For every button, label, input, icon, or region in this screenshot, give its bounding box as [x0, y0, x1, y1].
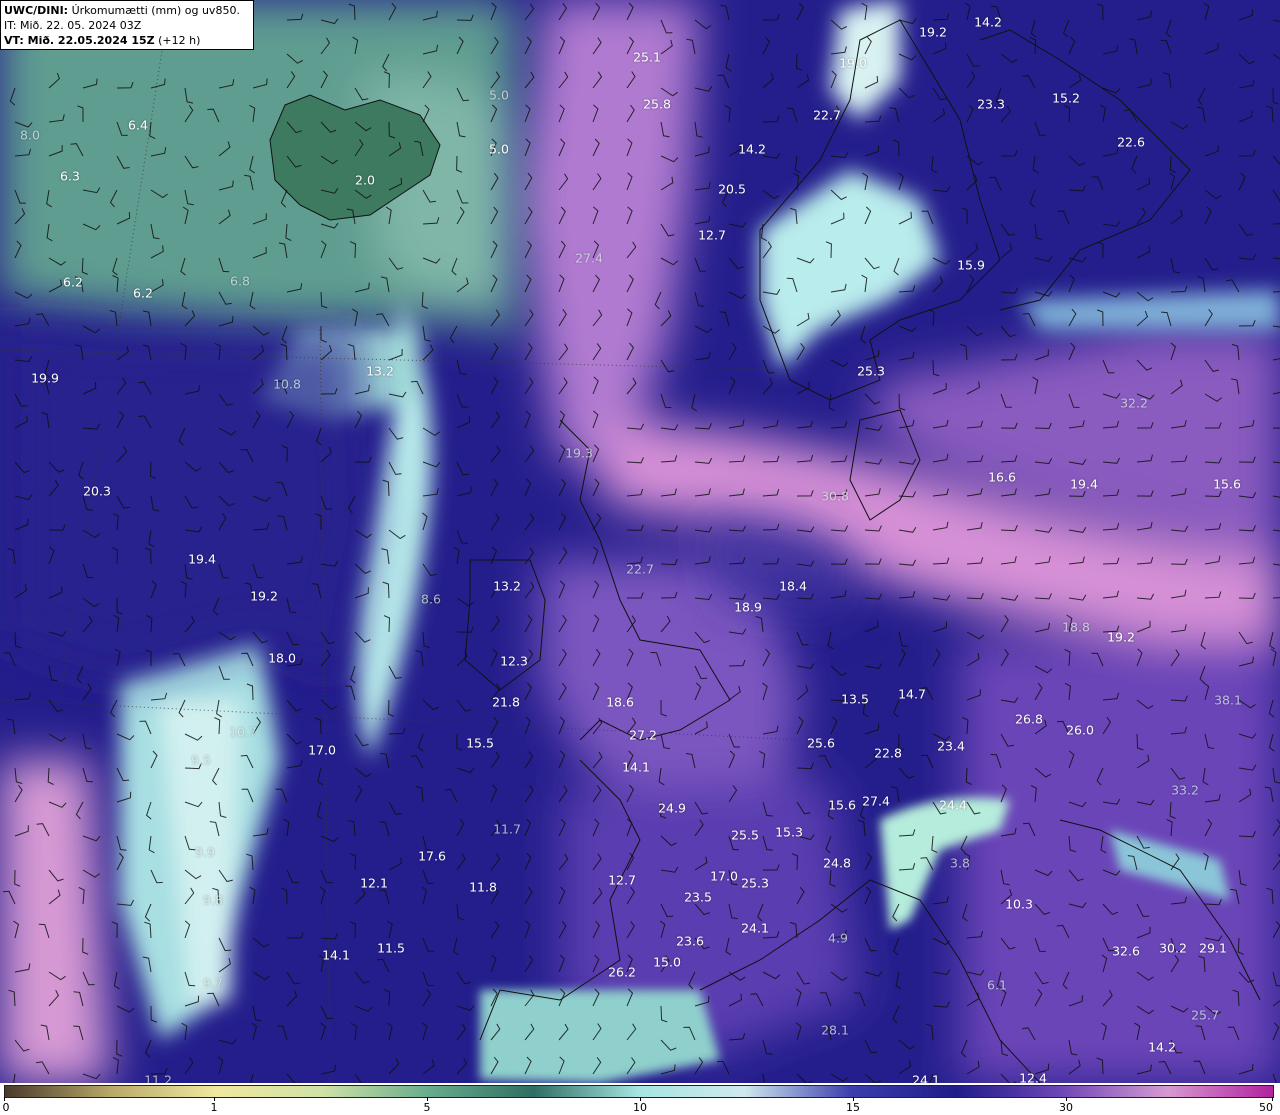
colorbar-tick-label: 5: [423, 1101, 431, 1114]
colorbar-tick-label: 50: [1259, 1101, 1273, 1114]
forecast-offset: (+12 h): [158, 34, 201, 47]
colorbar-tick-mark: [214, 1097, 215, 1101]
colorbar-tick-label: 1: [210, 1101, 218, 1114]
colorbar-tick-mark: [853, 1097, 854, 1101]
colorbar-tick-mark: [1272, 1097, 1273, 1101]
precipitable-water-field: [0, 0, 1280, 1083]
colorbar-tick-label: 15: [846, 1101, 860, 1114]
colorbar-gradient: [4, 1085, 1274, 1098]
weather-map[interactable]: 19.2 14.2 25.1 19.0 15.2 23.3 25.8 22.7 6.4 22.6 1…: [0, 0, 1280, 1083]
colorbar-legend: 0 1 5 10 15 30 50: [0, 1083, 1280, 1115]
dry-region-north: [0, 0, 515, 340]
colorbar-tick-label: 0: [2, 1101, 10, 1114]
colorbar-tick-label: 10: [633, 1101, 647, 1114]
colorbar-tick-mark: [4, 1097, 5, 1101]
colorbar-tick-mark: [427, 1097, 428, 1101]
colorbar-tick-mark: [640, 1097, 641, 1101]
initial-time: IT: Mið. 22. 05. 2024 03Z: [4, 19, 142, 32]
colorbar-tick-label: 30: [1059, 1101, 1073, 1114]
model-name: UWC/DINI:: [4, 4, 69, 17]
map-title-box: UWC/DINI: Úrkomumætti (mm) og uv850. IT:…: [0, 0, 254, 50]
colorbar-tick-mark: [1066, 1097, 1067, 1101]
field-description: Úrkomumætti (mm) og uv850.: [71, 4, 240, 17]
valid-time: VT: Mið. 22.05.2024 15Z: [4, 34, 155, 47]
